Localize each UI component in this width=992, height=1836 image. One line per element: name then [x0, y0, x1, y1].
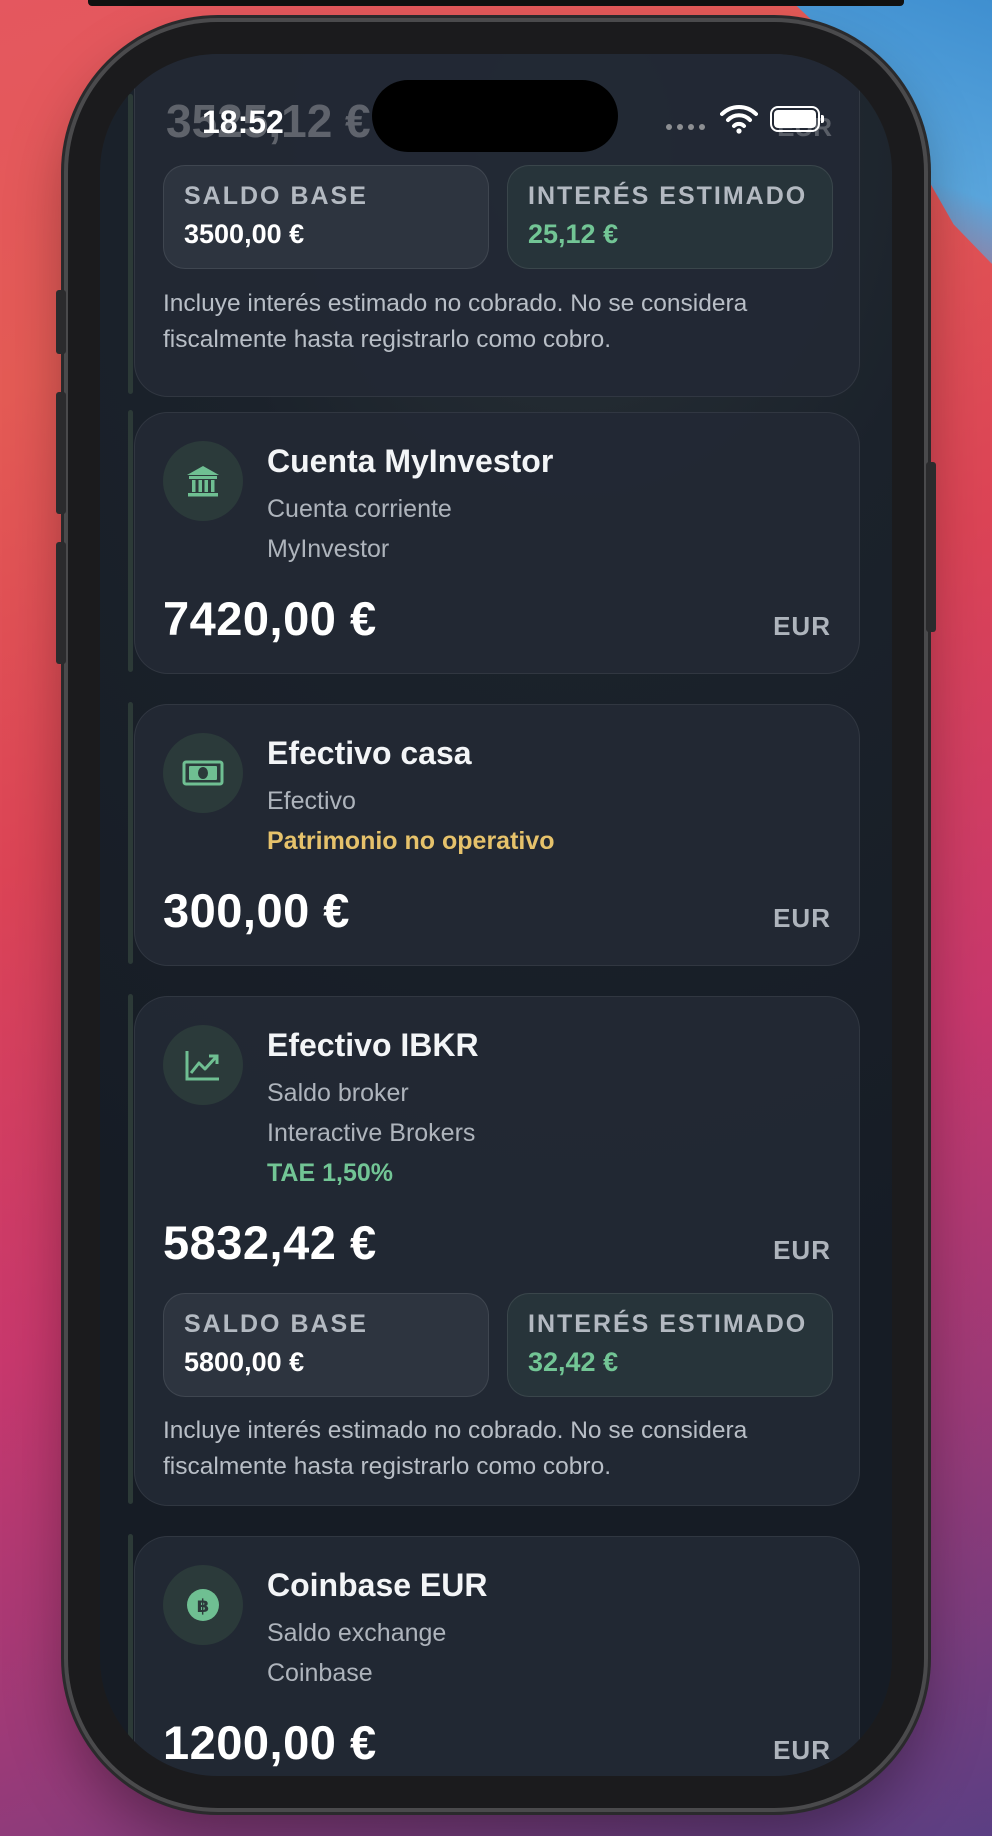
card-accent-rail	[128, 410, 133, 672]
account-name: Cuenta MyInvestor	[267, 443, 554, 479]
phone-frame: SALDO BASE 3500,00 € INTERÉS ESTIMADO 25…	[56, 22, 936, 1808]
estimated-interest-value: 32,42 €	[528, 1347, 619, 1377]
svg-text:฿: ฿	[197, 1596, 210, 1617]
card-accent-rail	[128, 94, 133, 394]
account-amount: 7420,00 €	[163, 592, 377, 645]
app-screen[interactable]: SALDO BASE 3500,00 € INTERÉS ESTIMADO 25…	[100, 54, 892, 1776]
estimated-interest-label: INTERÉS ESTIMADO	[528, 1310, 808, 1338]
card-accent-rail	[128, 994, 133, 1504]
base-balance-box: SALDO BASE 3500,00 €	[163, 165, 489, 269]
base-balance-label: SALDO BASE	[184, 182, 368, 210]
account-currency: EUR	[773, 1235, 831, 1265]
account-type: Saldo broker	[267, 1079, 409, 1107]
volume-up-button	[56, 392, 66, 514]
account-type: Cuenta corriente	[267, 495, 452, 523]
wifi-icon	[720, 104, 758, 134]
interest-note: Incluye interés estimado no cobrado. No …	[163, 1417, 748, 1480]
account-amount: 1200,00 €	[163, 1716, 377, 1769]
account-amount: 5832,42 €	[163, 1216, 377, 1269]
account-type: Saldo exchange	[267, 1619, 447, 1647]
account-currency: EUR	[773, 611, 831, 641]
power-button	[926, 462, 936, 632]
bitcoin-icon: ฿	[163, 1565, 243, 1645]
status-time: 18:52	[202, 104, 284, 140]
account-card-efectivo-casa[interactable]: Efectivo casa Efectivo Patrimonio no ope…	[134, 704, 860, 966]
account-currency: EUR	[773, 1735, 831, 1765]
signal-dots-icon	[666, 124, 705, 130]
account-institution: Coinbase	[267, 1659, 373, 1687]
account-amount: 300,00 €	[163, 884, 350, 937]
base-balance-value: 3500,00 €	[184, 219, 305, 249]
account-name: Efectivo casa	[267, 735, 472, 771]
base-balance-value: 5800,00 €	[184, 1347, 305, 1377]
bank-icon	[163, 441, 243, 521]
account-name: Efectivo IBKR	[267, 1027, 479, 1063]
base-balance-label: SALDO BASE	[184, 1310, 368, 1338]
device-shadow	[88, 0, 904, 6]
card-accent-rail	[128, 702, 133, 964]
account-name: Coinbase EUR	[267, 1567, 488, 1603]
card-accent-rail	[128, 1534, 133, 1776]
account-currency: EUR	[773, 903, 831, 933]
account-institution: MyInvestor	[267, 535, 390, 563]
volume-down-button	[56, 542, 66, 664]
account-card-coinbase[interactable]: ฿ Coinbase EUR Saldo exchange Coinbase 1…	[134, 1536, 860, 1776]
dynamic-island	[372, 80, 618, 152]
interest-note: Incluye interés estimado no cobrado. No …	[163, 290, 748, 353]
action-button	[56, 290, 66, 354]
banknote-icon	[163, 733, 243, 813]
estimated-interest-value: 25,12 €	[528, 219, 619, 249]
estimated-interest-label: INTERÉS ESTIMADO	[528, 182, 808, 210]
account-card-efectivo-ibkr[interactable]: Efectivo IBKR Saldo broker Interactive B…	[134, 996, 860, 1506]
chart-trend-icon	[163, 1025, 243, 1105]
account-type: Efectivo	[267, 787, 356, 815]
estimated-interest-box: INTERÉS ESTIMADO 32,42 €	[507, 1293, 833, 1397]
base-balance-box: SALDO BASE 5800,00 €	[163, 1293, 489, 1397]
account-institution: Interactive Brokers	[267, 1119, 476, 1147]
estimated-interest-box: INTERÉS ESTIMADO 25,12 €	[507, 165, 833, 269]
account-card-myinvestor[interactable]: Cuenta MyInvestor Cuenta corriente MyInv…	[134, 412, 860, 674]
non-operative-badge: Patrimonio no operativo	[267, 827, 555, 855]
account-rate: TAE 1,50%	[267, 1159, 393, 1187]
battery-icon	[770, 106, 824, 132]
